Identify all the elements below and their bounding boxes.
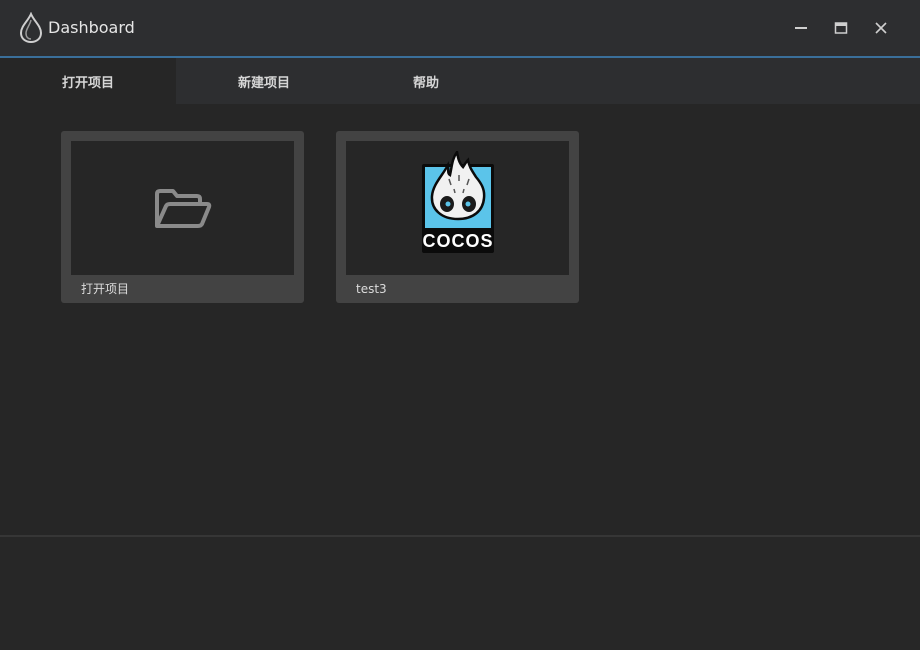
app-logo-icon: [19, 12, 43, 44]
close-icon: [875, 22, 887, 34]
tab-open-project[interactable]: 打开项目: [0, 58, 176, 104]
footer-area: [0, 537, 920, 650]
folder-open-icon: [155, 189, 212, 228]
tab-label: 打开项目: [61, 75, 114, 91]
maximize-button[interactable]: [827, 14, 855, 42]
maximize-icon: [834, 22, 848, 34]
card-thumbnail: COCOS: [346, 141, 569, 275]
minimize-icon: [795, 27, 807, 29]
tab-new-project[interactable]: 新建项目: [176, 58, 352, 104]
project-card-test3[interactable]: COCOS test3: [336, 131, 579, 303]
tab-help[interactable]: 帮助: [352, 58, 500, 104]
title-bar: Dashboard: [0, 0, 920, 58]
window-title: Dashboard: [48, 18, 135, 37]
tab-label: 新建项目: [237, 75, 290, 91]
card-label: test3: [356, 282, 387, 296]
tab-label: 帮助: [412, 75, 439, 91]
close-button[interactable]: [867, 14, 895, 42]
card-label: 打开项目: [81, 282, 130, 296]
tab-bar: 打开项目 新建项目 帮助: [0, 58, 920, 104]
open-project-card[interactable]: 打开项目: [61, 131, 304, 303]
minimize-button[interactable]: [787, 14, 815, 42]
cocos-logo-text: COCOS: [422, 231, 494, 251]
card-thumbnail: [71, 141, 294, 275]
